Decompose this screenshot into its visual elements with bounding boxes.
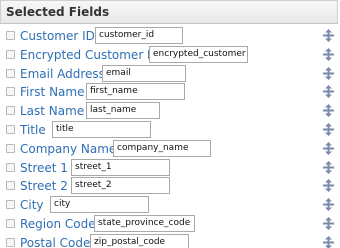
field-row-city: City city — [0, 196, 340, 215]
field-label: Region Code — [20, 216, 96, 231]
move-arrows-icon[interactable] — [323, 179, 334, 193]
field-row-postal-code: Postal Code zip_postal_code — [0, 233, 340, 248]
field-name-input[interactable]: state_province_code — [94, 214, 195, 232]
move-arrows-icon[interactable] — [323, 122, 334, 136]
field-checkbox[interactable] — [6, 87, 15, 97]
field-checkbox[interactable] — [6, 124, 15, 134]
field-label: Last Name — [20, 104, 85, 119]
field-checkbox[interactable] — [6, 106, 15, 116]
field-name-input[interactable]: title — [52, 120, 151, 138]
field-row-customer-id: Customer ID customer_id — [0, 27, 340, 46]
move-arrows-icon[interactable] — [323, 235, 334, 248]
field-checkbox[interactable] — [6, 49, 15, 59]
field-checkbox[interactable] — [6, 162, 15, 172]
field-name-input[interactable]: company_name — [113, 139, 211, 157]
field-name-input[interactable]: first_name — [86, 83, 185, 101]
field-name-input[interactable]: customer_id — [95, 27, 183, 44]
field-list: Customer ID customer_id Encrypted Custom… — [0, 27, 340, 248]
field-row-last-name: Last Name last_name — [0, 102, 340, 121]
move-arrows-icon[interactable] — [323, 160, 334, 174]
field-checkbox[interactable] — [6, 200, 15, 210]
move-arrows-icon[interactable] — [323, 66, 334, 80]
field-name-input[interactable]: email — [102, 64, 186, 82]
field-row-street-1: Street 1 street_1 — [0, 158, 340, 178]
field-row-region-code: Region Code state_province_code — [0, 214, 340, 234]
field-row-company-name: Company Name company_name — [0, 139, 340, 159]
move-arrows-icon[interactable] — [323, 198, 334, 212]
field-row-email-address: Email Address email — [0, 64, 340, 84]
field-row-encrypted-customer-id: Encrypted Customer ID encrypted_customer — [0, 45, 340, 65]
field-row-first-name: First Name first_name — [0, 83, 340, 102]
panel-header: Selected Fields — [0, 0, 338, 24]
field-label: Company Name — [20, 141, 117, 156]
field-name-input[interactable]: city — [50, 196, 149, 214]
move-arrows-icon[interactable] — [323, 29, 334, 42]
move-arrows-icon[interactable] — [323, 104, 334, 118]
field-label: Customer ID — [20, 29, 95, 43]
field-label: City — [20, 198, 44, 213]
field-checkbox[interactable] — [6, 143, 15, 153]
field-checkbox[interactable] — [6, 68, 15, 78]
field-checkbox[interactable] — [6, 181, 15, 191]
field-label: Street 1 — [20, 160, 68, 175]
field-label: First Name — [20, 85, 85, 100]
field-label: Encrypted Customer ID — [20, 47, 160, 62]
field-label: Email Address — [20, 66, 105, 81]
field-name-input[interactable]: street_2 — [71, 177, 170, 195]
field-name-input[interactable]: street_1 — [71, 158, 170, 176]
field-name-input[interactable]: last_name — [86, 102, 160, 120]
field-checkbox[interactable] — [6, 237, 15, 247]
field-label: Street 2 — [20, 179, 68, 194]
field-checkbox[interactable] — [6, 218, 15, 228]
move-arrows-icon[interactable] — [323, 141, 334, 155]
field-row-title: Title title — [0, 120, 340, 140]
selected-fields-panel: Selected Fields Customer ID customer_id … — [0, 0, 340, 248]
move-arrows-icon[interactable] — [323, 47, 334, 61]
move-arrows-icon[interactable] — [323, 216, 334, 230]
field-row-street-2: Street 2 street_2 — [0, 177, 340, 196]
field-name-input[interactable]: zip_postal_code — [90, 233, 189, 248]
panel-title: Selected Fields — [6, 5, 110, 19]
field-label: Postal Code — [20, 235, 91, 248]
field-name-input[interactable]: encrypted_customer — [149, 45, 248, 63]
move-arrows-icon[interactable] — [323, 85, 334, 99]
field-label: Title — [20, 122, 46, 137]
field-checkbox[interactable] — [6, 31, 15, 40]
